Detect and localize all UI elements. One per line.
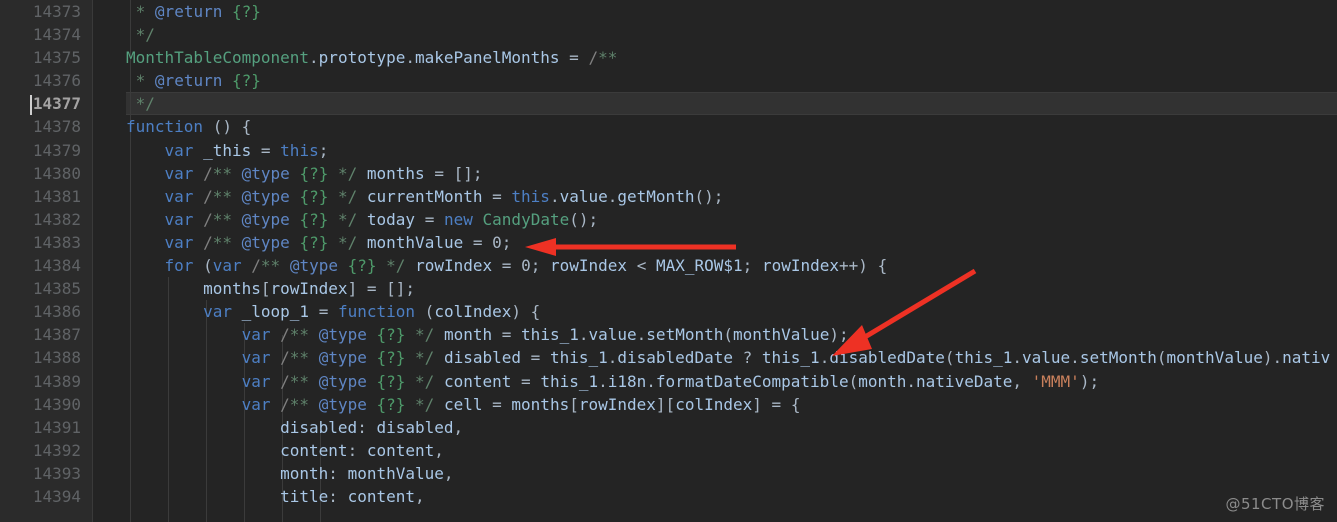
line-number[interactable]: 14383 [0,231,93,254]
line-number[interactable]: 14382 [0,208,93,231]
line-number-gutter[interactable]: 14373 14374 14375 14376 14377 14378 14379 14380… [0,0,93,522]
code-line[interactable]: var /** @type {?} */ monthValue = 0; [126,231,1337,254]
code-line[interactable]: var /** @type {?} */ months = []; [126,162,1337,185]
code-line[interactable]: function () { [126,115,1337,138]
watermark-text: @51CTO博客 [1225,495,1325,513]
line-number[interactable]: 14392 [0,439,93,462]
code-line[interactable]: var /** @type {?} */ disabled = this_1.d… [126,346,1337,369]
line-number[interactable]: 14387 [0,323,93,346]
line-number[interactable]: 14385 [0,277,93,300]
line-number[interactable]: 14391 [0,416,93,439]
line-number[interactable]: 14380 [0,162,93,185]
line-number[interactable]: 14373 [0,0,93,23]
line-number[interactable]: 14374 [0,23,93,46]
code-line[interactable]: var /** @type {?} */ cell = months[rowIn… [126,393,1337,416]
code-line[interactable]: MonthTableComponent.prototype.makePanelM… [126,46,1337,69]
code-line[interactable]: disabled: disabled, [126,416,1337,439]
code-line[interactable]: var _this = this; [126,139,1337,162]
line-number[interactable]: 14378 [0,115,93,138]
code-line[interactable]: content: content, [126,439,1337,462]
code-line[interactable]: */ [126,23,1337,46]
text-caret [30,95,32,115]
line-number[interactable]: 14393 [0,462,93,485]
line-number[interactable]: 14389 [0,370,93,393]
line-number[interactable]: 14386 [0,300,93,323]
code-text-area[interactable]: * @return {?} */MonthTableComponent.prot… [126,0,1337,522]
line-number[interactable]: 14379 [0,139,93,162]
code-line[interactable]: title: content, [126,485,1337,508]
code-line[interactable]: var /** @type {?} */ currentMonth = this… [126,185,1337,208]
code-line[interactable]: month: monthValue, [126,462,1337,485]
line-number[interactable]: 14377 [0,92,93,115]
code-line-list: * @return {?} */MonthTableComponent.prot… [126,0,1337,508]
code-line[interactable]: var /** @type {?} */ month = this_1.valu… [126,323,1337,346]
code-line[interactable]: months[rowIndex] = []; [126,277,1337,300]
code-folding-strip[interactable] [93,0,126,522]
line-number[interactable]: 14390 [0,393,93,416]
code-editor[interactable]: 14373 14374 14375 14376 14377 14378 14379 14380… [0,0,1337,522]
code-line[interactable]: var /** @type {?} */ today = new CandyDa… [126,208,1337,231]
code-line[interactable]: */ [126,92,1337,115]
line-number-list: 14373 14374 14375 14376 14377 14378 14379 14380… [0,0,93,508]
line-number[interactable]: 14394 [0,485,93,508]
line-number[interactable]: 14384 [0,254,93,277]
line-number[interactable]: 14376 [0,69,93,92]
code-line[interactable]: * @return {?} [126,0,1337,23]
code-line[interactable]: * @return {?} [126,69,1337,92]
line-number[interactable]: 14388 [0,346,93,369]
line-number[interactable]: 14375 [0,46,93,69]
code-line[interactable]: var _loop_1 = function (colIndex) { [126,300,1337,323]
code-line[interactable]: var /** @type {?} */ content = this_1.i1… [126,370,1337,393]
line-number[interactable]: 14381 [0,185,93,208]
code-line[interactable]: for (var /** @type {?} */ rowIndex = 0; … [126,254,1337,277]
